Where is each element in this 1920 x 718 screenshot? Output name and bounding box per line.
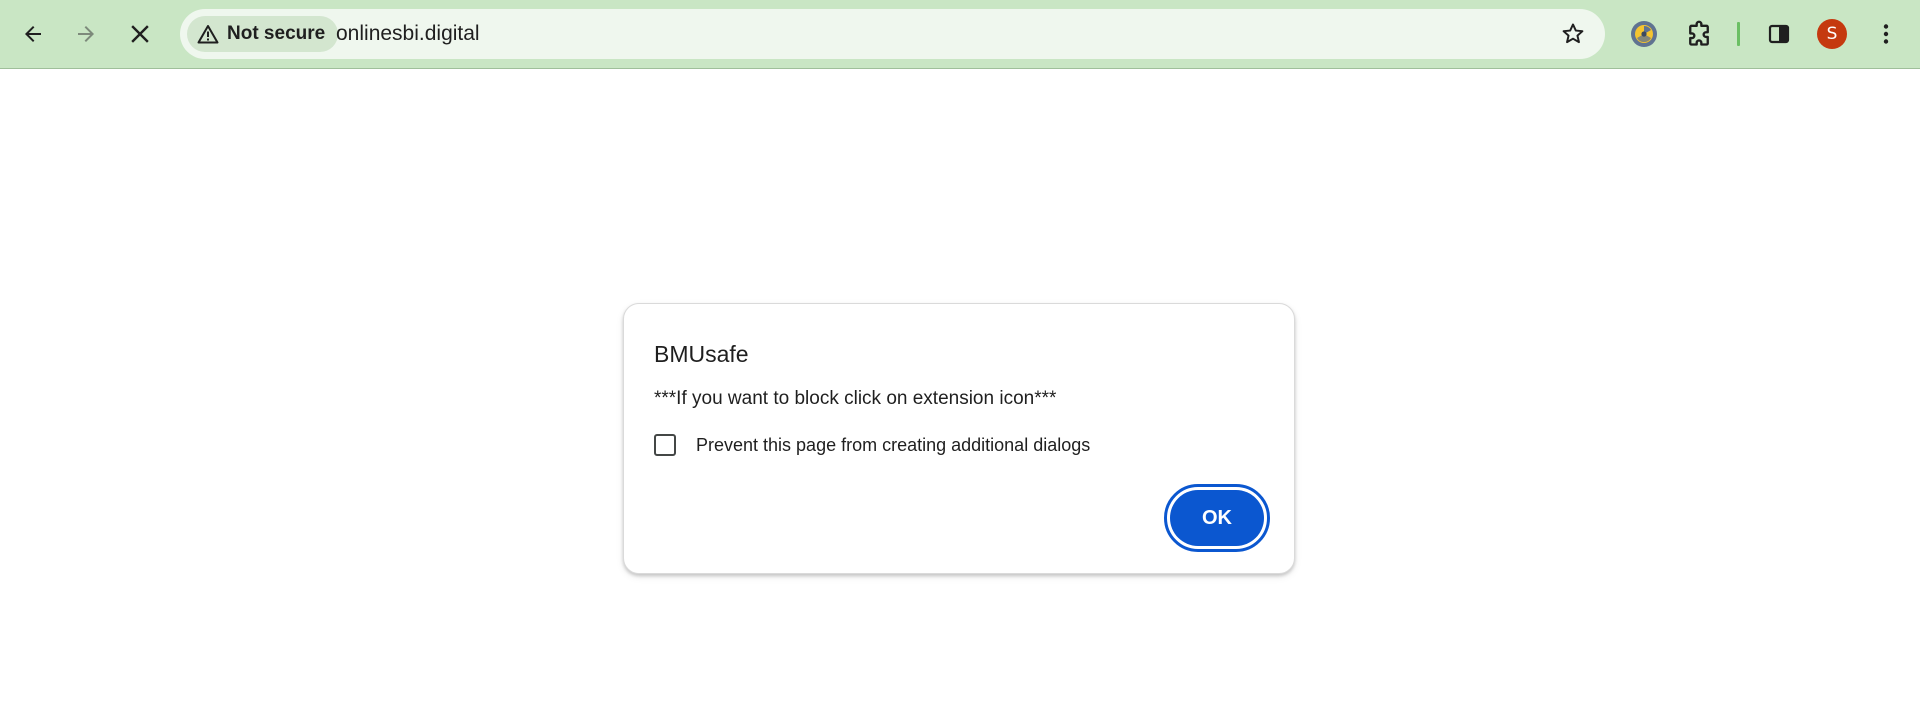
browser-toolbar: Not secure onlinesbi.digital S	[0, 0, 1920, 69]
suppress-dialogs-checkbox[interactable]	[654, 434, 676, 456]
side-panel-icon	[1768, 24, 1790, 44]
dialog-title: BMUsafe	[654, 341, 749, 367]
star-outline-icon	[1562, 23, 1584, 44]
url-text[interactable]: onlinesbi.digital	[336, 22, 480, 46]
extensions-button[interactable]	[1677, 12, 1721, 56]
dialog-message: ***If you want to block click on extensi…	[654, 388, 1057, 409]
extension-badge-icon	[1631, 21, 1657, 47]
stop-loading-button[interactable]	[118, 12, 162, 56]
suppress-dialogs-option[interactable]: Prevent this page from creating addition…	[654, 432, 1090, 458]
suppress-dialogs-label[interactable]: Prevent this page from creating addition…	[696, 435, 1090, 456]
arrow-left-icon	[25, 26, 41, 42]
arrow-right-icon	[78, 26, 94, 42]
browser-menu-button[interactable]	[1864, 12, 1908, 56]
side-panel-button[interactable]	[1757, 12, 1801, 56]
forward-button[interactable]	[64, 12, 108, 56]
security-chip[interactable]: Not secure	[187, 16, 339, 52]
puzzle-piece-icon	[1689, 20, 1709, 46]
extension-badge-button[interactable]	[1622, 12, 1666, 56]
toolbar-divider	[1737, 22, 1740, 46]
ok-button[interactable]: OK	[1170, 490, 1264, 546]
avatar[interactable]: S	[1817, 19, 1847, 49]
address-bar[interactable]: Not secure onlinesbi.digital	[180, 9, 1605, 59]
security-chip-label: Not secure	[227, 23, 326, 44]
close-icon	[131, 25, 149, 43]
bookmark-button[interactable]	[1551, 12, 1595, 56]
ok-button-focus-ring: OK	[1164, 484, 1270, 552]
warning-triangle-icon	[197, 25, 219, 44]
alert-dialog: BMUsafe ***If you want to block click on…	[623, 303, 1295, 574]
back-button[interactable]	[11, 12, 55, 56]
kebab-menu-icon	[1883, 24, 1889, 44]
